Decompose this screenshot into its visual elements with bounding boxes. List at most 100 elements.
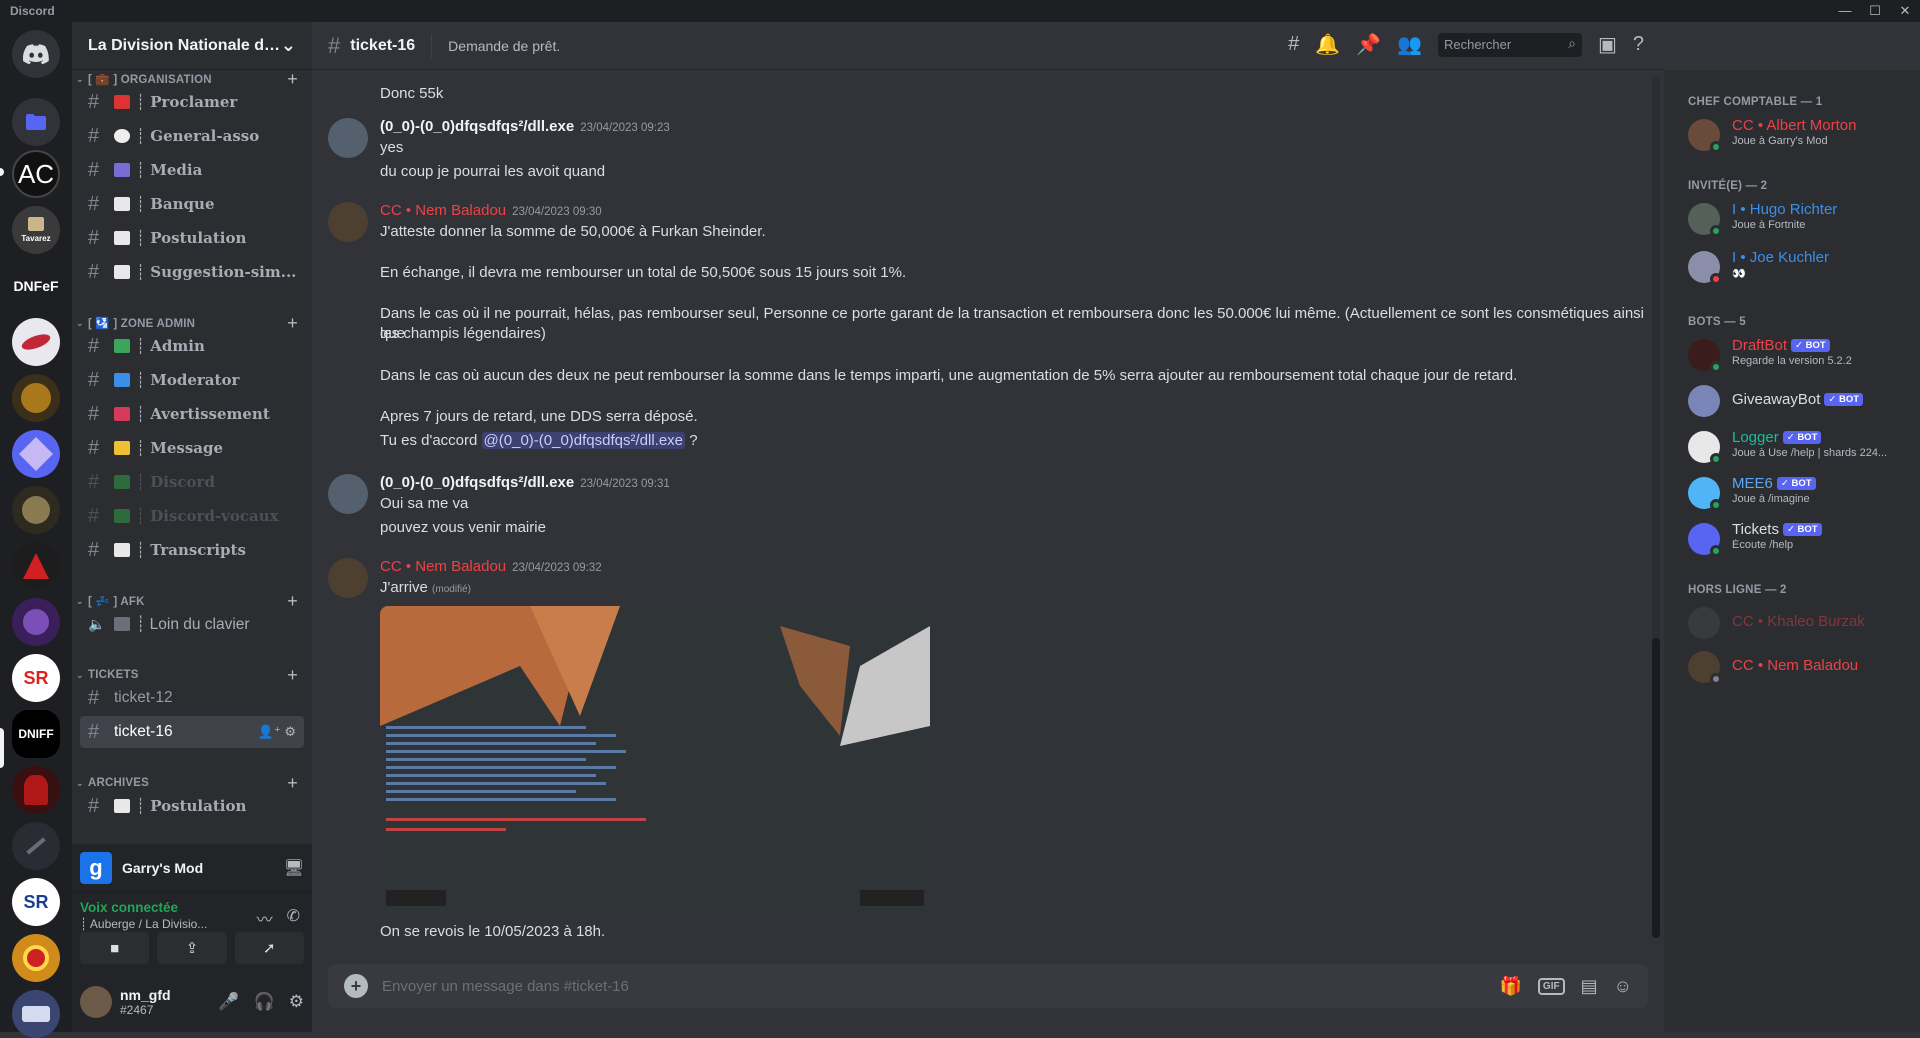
server-dniff[interactable]: DNIFF [12,710,60,758]
server-17[interactable] [12,934,60,982]
server-list: AC Tavarez DNFeF SR DNIFF SR [0,22,72,1038]
gear-icon[interactable]: ⚙ [289,992,304,1012]
user-tag: #2467 [120,1003,154,1017]
server-ac[interactable]: AC [12,150,60,198]
channel-moderator[interactable]: # ┊ Moderator [80,364,304,396]
member-item[interactable]: GiveawayBot ✓ BOT [1688,380,1908,422]
server-dnfef[interactable]: DNFeF [12,262,60,310]
channel-avertissement[interactable]: # ┊ Avertissement [80,398,304,430]
channel-admin[interactable]: # ┊ Admin [80,330,304,362]
minimize-button[interactable]: — [1830,0,1860,22]
close-window-button[interactable]: ✕ [1890,0,1920,22]
server-6[interactable] [12,318,60,366]
members-icon[interactable]: 👥 [1397,32,1422,57]
maximize-button[interactable]: ☐ [1860,0,1890,22]
server-7[interactable] [12,374,60,422]
server-18[interactable] [12,990,60,1038]
message-scrollbar[interactable] [1652,78,1660,938]
gift-icon[interactable]: 🎁 [1500,976,1522,997]
search-input[interactable]: Rechercher ⌕ [1437,32,1582,57]
discord-home-icon[interactable] [12,30,60,78]
screen-share-icon[interactable]: 🖥 [284,858,304,878]
image-attachment[interactable] [380,606,930,914]
member-item[interactable]: CC • Nem Baladou [1688,646,1908,688]
server-name: La Division Nationale d'I... [88,36,281,54]
server-10[interactable] [12,542,60,590]
server-14[interactable] [12,766,60,814]
channel-banque[interactable]: # ┊ Banque [80,188,304,220]
channel-archive-postulation[interactable]: # ┊ Postulation [80,790,304,822]
channel-message[interactable]: # ┊ Message [80,432,304,464]
chevron-down-icon: ⌄ [280,35,296,55]
server-tavarez[interactable]: Tavarez [12,206,60,254]
bell-icon[interactable]: 🔔 [1315,32,1340,57]
voice-channel-afk[interactable]: 🔈 ┊ Loin du clavier [80,608,304,640]
threads-icon[interactable]: # [1288,33,1299,56]
help-icon[interactable]: ? [1633,33,1644,56]
channel-topic[interactable]: Demande de prêt. [448,38,560,54]
message-input[interactable]: Envoyer un message dans #ticket-16 [382,978,1500,995]
server-15[interactable] [12,822,60,870]
channel-suggestion[interactable]: # ┊ Suggestion-sim... [80,256,304,288]
member-item[interactable]: CC • Albert Morton Joue à Garry's Mod [1688,114,1908,156]
headphones-icon[interactable]: 🎧 [254,992,275,1012]
activity-rocket-button[interactable]: ➚ [234,932,304,964]
invite-settings-icons[interactable]: 👤⁺ ⚙ [258,724,296,740]
channel-proclamer[interactable]: # ┊ Proclamer [80,86,304,118]
member-group-header: CHEF COMPTABLE — 1 [1688,96,1823,108]
member-item[interactable]: Tickets ✓ BOT Écoute /help [1688,518,1908,560]
channel-list: ⌄[ 💼 ] ORGANISATION + # ┊ Proclamer # ┊ Gen… [72,70,312,844]
message-author[interactable]: (0_0)-(0_0)dfqsdfqs²/dll.exe 23/04/2023 0… [380,118,670,135]
inbox-icon[interactable]: ▣ [1598,32,1617,57]
gif-button[interactable]: GIF [1537,977,1565,995]
sticker-icon[interactable]: ▤ [1581,976,1598,997]
server-8[interactable] [12,430,60,478]
member-group-header: BOTS — 5 [1688,316,1746,328]
search-icon: ⌕ [1568,34,1576,51]
server-header[interactable]: La Division Nationale d'I... ⌄ [72,22,312,70]
server-sr[interactable]: SR [12,654,60,702]
channel-title: ticket-16 [350,36,416,54]
server-11[interactable] [12,598,60,646]
member-item[interactable]: I • Joe Kuchler 👀 [1688,246,1908,288]
member-item[interactable]: MEE6 ✓ BOT Joue à /imagine [1688,472,1908,514]
channel-ticket-16[interactable]: # ticket-16 👤⁺ ⚙ [80,716,304,748]
server-sr-2[interactable]: SR [12,878,60,926]
message-author[interactable]: (0_0)-(0_0)dfqsdfqs²/dll.exe 23/04/2023 0… [380,474,670,491]
pin-icon[interactable]: 📌 [1356,32,1381,57]
channel-sidebar: La Division Nationale d'I... ⌄ ⌄[ 💼 ] OR… [72,22,312,1032]
disconnect-icon[interactable]: ✆ [287,906,300,930]
share-screen-button[interactable]: ⇪ [157,932,227,964]
folder-icon[interactable] [12,98,60,146]
avatar[interactable] [328,202,368,242]
window-titlebar: Discord — ☐ ✕ [0,0,1920,22]
camera-button[interactable]: ■ [80,932,150,964]
message-author[interactable]: CC • Nem Baladou 23/04/2023 09:30 [380,202,602,219]
channel-ticket-12[interactable]: # ticket-12 [80,682,304,714]
member-item[interactable]: CC • Khaleo Burzak [1688,602,1908,644]
noise-suppression-icon[interactable]: 〰 [257,906,273,930]
channel-discord-vocaux[interactable]: # ┊ Discord-vocaux [80,500,304,532]
member-item[interactable]: Logger ✓ BOT Joue à Use /help | shards 22… [1688,426,1908,468]
activity-game: Garry's Mod [122,859,204,876]
avatar[interactable] [328,118,368,158]
message-author[interactable]: CC • Nem Baladou 23/04/2023 09:32 [380,558,602,575]
attach-plus-icon[interactable]: + [344,974,368,998]
channel-postulation[interactable]: # ┊ Postulation [80,222,304,254]
channel-general-asso[interactable]: # ┊ General-asso [80,120,304,152]
avatar[interactable] [80,986,112,1018]
channel-media[interactable]: # ┊ Media [80,154,304,186]
member-item[interactable]: I • Hugo Richter Joue à Fortnite [1688,198,1908,240]
avatar[interactable] [328,558,368,598]
mute-mic-icon[interactable]: 🎤 [218,992,239,1012]
emoji-icon[interactable]: ☺ [1614,976,1632,997]
chat-area: # ticket-16 Demande de prêt. # 🔔 📌 👥 Rec… [312,22,1664,1032]
member-item[interactable]: DraftBot ✓ BOT Regarde la version 5.2.2 [1688,334,1908,376]
channel-discord[interactable]: # ┊ Discord [80,466,304,498]
channel-transcripts[interactable]: # ┊ Transcripts [80,534,304,566]
message-text: Tu es d'accord @(0_0)-(0_0)dfqsdfqs²/dll… [380,432,698,449]
user-mention[interactable]: @(0_0)-(0_0)dfqsdfqs²/dll.exe [481,432,686,449]
avatar[interactable] [328,474,368,514]
app-title: Discord [10,4,55,18]
server-9[interactable] [12,486,60,534]
